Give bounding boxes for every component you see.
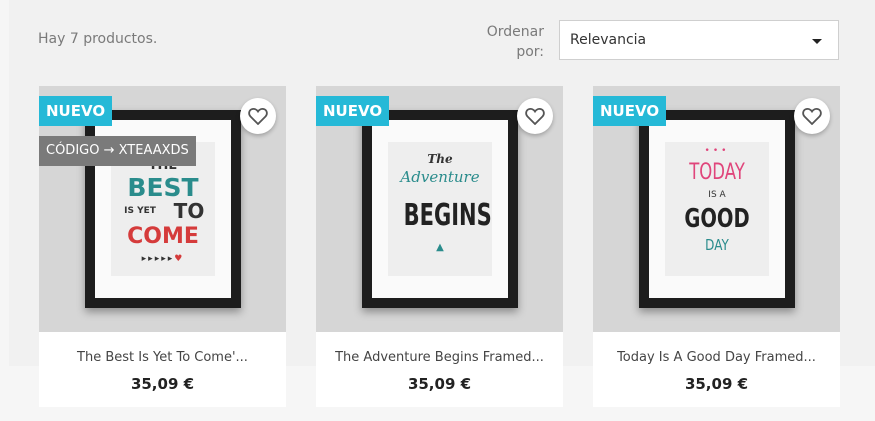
poster-text: DAY: [705, 236, 729, 254]
favorite-button[interactable]: [794, 98, 830, 134]
poster-text: GOOD: [684, 204, 750, 234]
product-price: 35,09 €: [407, 375, 472, 393]
favorite-button[interactable]: [517, 98, 553, 134]
new-badge: NUEVO: [39, 96, 113, 126]
poster-text: IS A: [708, 190, 726, 200]
favorite-button[interactable]: [240, 98, 276, 134]
product-title[interactable]: The Best Is Yet To Come'...: [39, 350, 286, 365]
product-thumbnail[interactable]: THE BEST IS YET TO COME ▸▸▸▸▸♥ NUEVO CÓD…: [39, 86, 286, 332]
new-badge: NUEVO: [593, 96, 667, 126]
product-price: 35,09 €: [130, 375, 195, 393]
product-card[interactable]: THE BEST IS YET TO COME ▸▸▸▸▸♥ NUEVO CÓD…: [39, 86, 286, 407]
poster-art: ••• TODAY IS A GOOD DAY: [665, 142, 769, 276]
product-count: Hay 7 productos.: [38, 31, 158, 47]
product-card[interactable]: ••• TODAY IS A GOOD DAY NUEVO Today Is A…: [593, 86, 840, 407]
heart-outline-icon: [802, 108, 822, 125]
product-thumbnail[interactable]: The Adventure BEGINS ▲ NUEVO: [316, 86, 563, 332]
poster-arrows: ▸▸▸▸▸♥: [141, 254, 185, 264]
poster-dots: •••: [704, 146, 730, 156]
sort-label: Ordenar por:: [486, 24, 544, 60]
poster-frame: The Adventure BEGINS ▲: [362, 110, 518, 308]
product-title[interactable]: Today Is A Good Day Framed...: [593, 350, 840, 365]
poster-text: Adventure: [400, 168, 480, 186]
poster-text: BEGINS: [403, 198, 492, 233]
poster-text: The: [427, 152, 453, 166]
product-card[interactable]: The Adventure BEGINS ▲ NUEVO The Adventu…: [316, 86, 563, 407]
product-thumbnail[interactable]: ••• TODAY IS A GOOD DAY NUEVO: [593, 86, 840, 332]
poster-art: The Adventure BEGINS ▲: [388, 142, 492, 276]
poster-text: TO: [173, 199, 205, 223]
caret-down-icon: [812, 39, 822, 44]
poster-text: IS YET: [124, 206, 156, 216]
code-badge: CÓDIGO → XTEAAXDS: [39, 136, 196, 166]
product-title[interactable]: The Adventure Begins Framed...: [316, 350, 563, 365]
product-price: 35,09 €: [684, 375, 749, 393]
poster-text: BEST: [127, 173, 199, 202]
poster-frame: ••• TODAY IS A GOOD DAY: [639, 110, 795, 308]
poster-text: TODAY: [689, 160, 745, 185]
sort-select-value: Relevancia: [570, 32, 647, 48]
heart-outline-icon: [525, 108, 545, 125]
poster-text: COME: [127, 224, 199, 249]
heart-outline-icon: [248, 108, 268, 125]
poster-tent: ▲: [436, 242, 444, 253]
sort-select[interactable]: Relevancia: [559, 20, 839, 60]
new-badge: NUEVO: [316, 96, 390, 126]
